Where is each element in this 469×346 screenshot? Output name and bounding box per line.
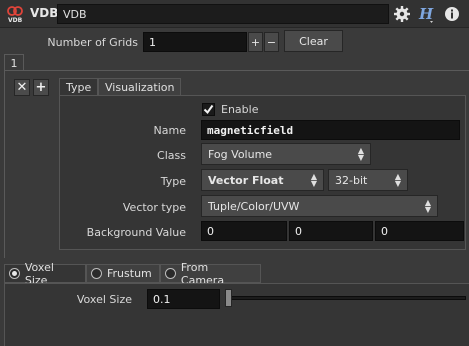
class-menu-value: Fog Volume [208, 147, 273, 161]
vector-type-label: Vector type [122, 201, 186, 214]
remove-grid-button[interactable]: − [264, 32, 279, 52]
enable-label: Enable [221, 103, 259, 116]
radio-unselected-icon [165, 268, 176, 279]
voxel-size-input[interactable]: 0.1 [147, 289, 220, 309]
svg-text:H: H [418, 5, 434, 23]
add-instance-button[interactable]: + [33, 79, 49, 96]
updown-arrows-icon: ▲ ▼ [357, 146, 364, 162]
tab-instance-1[interactable]: 1 [4, 54, 24, 71]
tab-type[interactable]: Type [59, 78, 99, 96]
radio-from-camera[interactable]: From Camera [160, 261, 261, 287]
houdini-help-icon[interactable]: H [416, 4, 436, 24]
voxel-size-label: Voxel Size [76, 293, 132, 306]
type-menu[interactable]: Vector Float ▲ ▼ [201, 169, 324, 191]
svg-text:VDB: VDB [8, 17, 23, 24]
type-label: Type [160, 175, 186, 188]
number-of-grids-input[interactable]: 1 [143, 32, 247, 52]
node-name-field[interactable]: VDB [57, 4, 389, 24]
background-value-label: Background Value [86, 226, 186, 239]
parameter-header: VDB VDB VDB H [0, 0, 469, 28]
checkmark-icon [203, 104, 214, 115]
enable-checkbox[interactable] [202, 103, 215, 116]
precision-menu-value: 32-bit [335, 173, 368, 187]
radio-unselected-icon [91, 268, 102, 279]
voxel-size-slider-handle[interactable] [225, 289, 232, 307]
background-value-y[interactable]: 0 [289, 221, 373, 241]
radio-voxel-size[interactable]: Voxel Size [4, 261, 86, 287]
radio-frustum[interactable]: Frustum [86, 264, 160, 283]
name-input[interactable]: magneticfield [201, 120, 460, 140]
updown-arrows-icon: ▲ ▼ [394, 172, 401, 188]
node-type-label: VDB [30, 6, 59, 20]
class-menu[interactable]: Fog Volume ▲ ▼ [201, 143, 371, 165]
class-label: Class [157, 149, 186, 162]
background-value-x[interactable]: 0 [201, 221, 287, 241]
radio-label: Frustum [107, 267, 152, 280]
updown-arrows-icon: ▲ ▼ [424, 198, 431, 214]
vdb-node-icon: VDB [5, 4, 25, 24]
number-of-grids-label: Number of Grids [47, 36, 138, 49]
clear-button[interactable]: Clear [284, 30, 343, 52]
voxel-size-slider-track[interactable] [226, 296, 466, 300]
gear-icon[interactable] [392, 4, 412, 24]
type-menu-value: Vector Float [208, 173, 284, 187]
vector-type-menu-value: Tuple/Color/UVW [208, 199, 300, 213]
precision-menu[interactable]: 32-bit ▲ ▼ [328, 169, 408, 191]
vector-type-menu[interactable]: Tuple/Color/UVW ▲ ▼ [201, 195, 438, 217]
name-label: Name [153, 124, 186, 137]
add-grid-button[interactable]: + [248, 32, 263, 52]
updown-arrows-icon: ▲ ▼ [310, 172, 317, 188]
remove-instance-button[interactable]: ✕ [14, 79, 30, 96]
background-value-z[interactable]: 0 [375, 221, 464, 241]
tab-visualization[interactable]: Visualization [98, 78, 182, 96]
info-icon[interactable] [442, 4, 462, 24]
radio-selected-icon [9, 268, 20, 279]
